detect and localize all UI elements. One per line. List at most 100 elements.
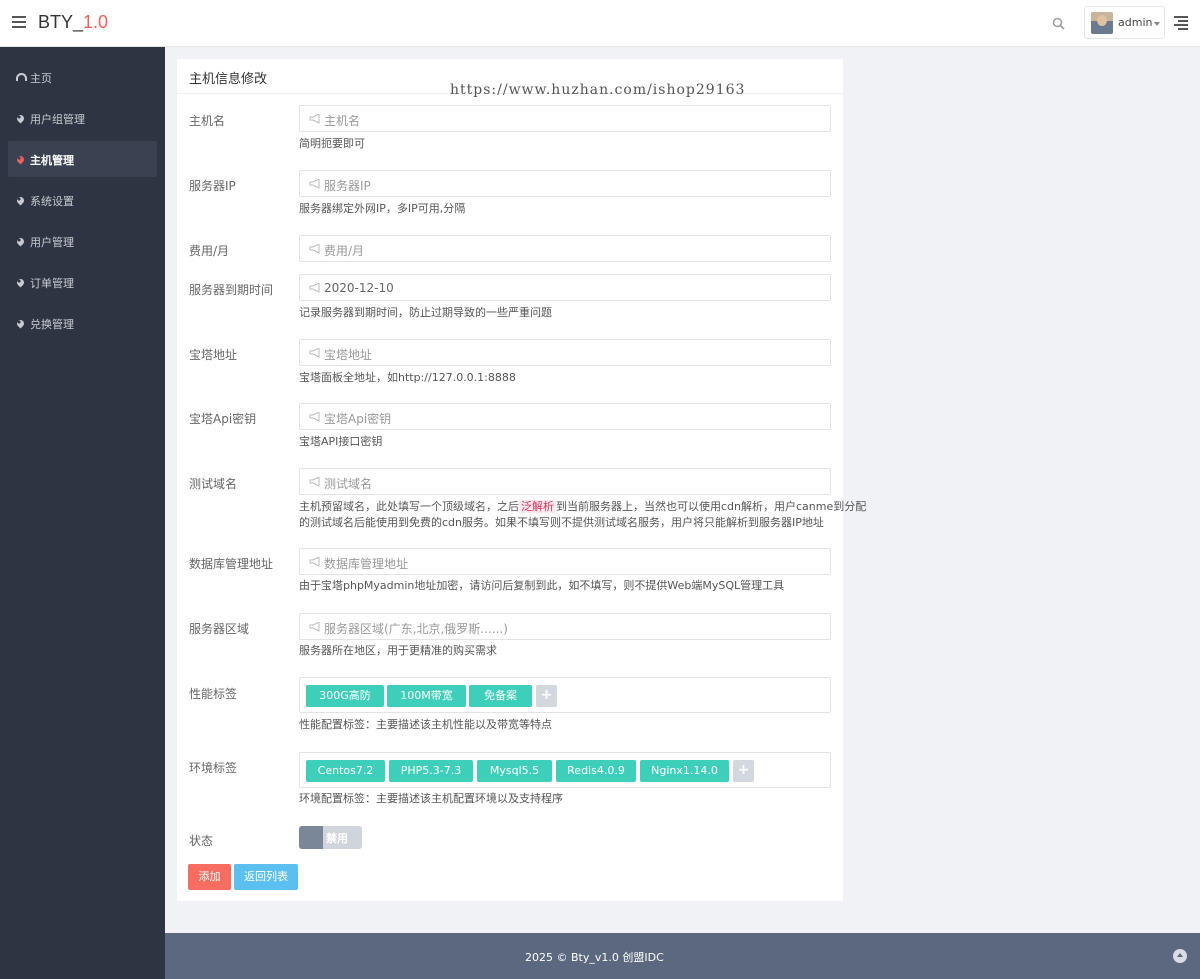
db-url-input[interactable]: 数据库管理地址 — [299, 548, 831, 575]
dashboard-icon — [16, 72, 27, 82]
status-label: 状态 — [189, 834, 214, 848]
add-tag-button[interactable]: + — [536, 685, 557, 707]
sidebar-item-orders[interactable]: 订单管理 — [8, 264, 157, 300]
map-marker-icon — [15, 154, 26, 165]
tag-chip[interactable]: 免备案 — [469, 685, 532, 707]
region-input[interactable]: 服务器区域(广东,北京,俄罗斯......) — [299, 613, 831, 640]
back-to-list-button[interactable]: 返回列表 — [234, 864, 298, 890]
test-domain-help-post: 到当前服务器上，当然也可以使用cdn解析，用户canme到分配 — [556, 500, 867, 513]
sidebar-item-redeem[interactable]: 兑换管理 — [8, 305, 157, 341]
sidebar-item-user-groups[interactable]: 用户组管理 — [8, 100, 157, 136]
bullhorn-icon — [309, 179, 320, 189]
user-name: admin — [1118, 16, 1153, 29]
test-domain-help: 主机预留域名，此处填写一个顶级域名，之后 泛解析 到当前服务器上，当然也可以使用cd… — [299, 499, 866, 531]
perf-tags-input[interactable]: 300G高防 100M带宽 免备案 + — [299, 677, 831, 713]
bullhorn-icon — [309, 114, 320, 124]
db-url-label: 数据库管理地址 — [189, 557, 274, 571]
map-marker-icon — [15, 195, 26, 206]
expire-help: 记录服务器到期时间，防止过期导致的一些严重问题 — [299, 306, 552, 319]
bt-url-help: 宝塔面板全地址，如http://127.0.0.1:8888 — [299, 371, 516, 384]
cost-label: 费用/月 — [189, 244, 230, 258]
bt-key-label: 宝塔Api密钥 — [189, 412, 257, 426]
brand-version: 1.0 — [83, 12, 109, 32]
tag-chip[interactable]: Nginx1.14.0 — [640, 760, 729, 782]
tag-chip[interactable]: Redis4.0.9 — [556, 760, 636, 782]
add-tag-button[interactable]: + — [733, 760, 754, 782]
test-domain-placeholder: 测试域名 — [324, 477, 373, 491]
bt-url-label: 宝塔地址 — [189, 348, 238, 362]
watermark-text: https://www.huzhan.com/ishop29163 — [450, 82, 746, 98]
tag-chip[interactable]: 300G高防 — [306, 685, 384, 707]
hostname-label: 主机名 — [189, 114, 226, 128]
sidebar-item-label: 主页 — [30, 72, 52, 85]
bullhorn-icon — [309, 283, 320, 293]
hostname-input[interactable]: 主机名 — [299, 105, 831, 132]
tag-chip[interactable]: Mysql5.5 — [477, 760, 552, 782]
sidebar-item-hosts[interactable]: 主机管理 — [8, 141, 157, 177]
expire-date-input[interactable]: 2020-12-10 — [299, 274, 831, 301]
bullhorn-icon — [309, 412, 320, 422]
sidebar-item-label: 订单管理 — [30, 277, 74, 290]
caret-down-icon — [1154, 22, 1160, 26]
db-url-help: 由于宝塔phpMyadmin地址加密，请访问后复制到此，如不填写，则不提供Web… — [299, 579, 785, 592]
env-tags-help: 环境配置标签：主要描述该主机配置环境以及支持程序 — [299, 792, 563, 805]
footer: 2025 © Bty_v1.0 创盟IDC — [165, 933, 1200, 979]
add-button[interactable]: 添加 — [188, 864, 231, 890]
sidebar-item-users[interactable]: 用户管理 — [8, 223, 157, 259]
search-icon[interactable] — [1052, 17, 1065, 30]
map-marker-icon — [15, 236, 26, 247]
sidebar-item-home[interactable]: 主页 — [8, 59, 157, 95]
sidebar-item-label: 用户管理 — [30, 236, 74, 249]
region-placeholder: 服务器区域(广东,北京,俄罗斯......) — [324, 622, 508, 636]
expire-value: 2020-12-10 — [324, 281, 394, 295]
sidebar-item-label: 系统设置 — [30, 195, 74, 208]
test-domain-label: 测试域名 — [189, 477, 238, 491]
bullhorn-icon — [309, 477, 320, 487]
test-domain-help-line2: 的测试域名后能使用到免费的cdn服务。如果不填写则不提供测试域名服务，用户将只能… — [299, 516, 824, 529]
sidebar-item-label: 用户组管理 — [30, 113, 85, 126]
cost-input[interactable]: 费用/月 — [299, 235, 831, 262]
hostname-help: 简明扼要即可 — [299, 137, 365, 150]
bt-url-input[interactable]: 宝塔地址 — [299, 339, 831, 366]
sidebar-item-label: 主机管理 — [30, 154, 74, 167]
bullhorn-icon — [309, 557, 320, 567]
panel-title: 主机信息修改 — [189, 72, 268, 87]
bullhorn-icon — [309, 244, 320, 254]
test-domain-help-highlight: 泛解析 — [519, 500, 556, 513]
db-url-placeholder: 数据库管理地址 — [324, 557, 409, 571]
env-tags-input[interactable]: Centos7.2 PHP5.3-7.3 Mysql5.5 Redis4.0.9… — [299, 752, 831, 788]
status-toggle[interactable]: 禁用 — [299, 826, 362, 849]
server-ip-input[interactable]: 服务器IP — [299, 170, 831, 197]
expire-label: 服务器到期时间 — [189, 283, 274, 297]
footer-text: 2025 © Bty_v1.0 创盟IDC — [525, 951, 664, 964]
bt-key-help: 宝塔API接口密钥 — [299, 435, 383, 448]
map-marker-icon — [15, 318, 26, 329]
server-ip-help: 服务器绑定外网IP，多IP可用,分隔 — [299, 202, 466, 215]
brand-name: BTY_ — [38, 12, 84, 32]
env-tags-label: 环境标签 — [189, 761, 238, 775]
top-bar: BTY_1.0 admin — [0, 0, 1200, 47]
sidebar-item-settings[interactable]: 系统设置 — [8, 182, 157, 218]
bullhorn-icon — [309, 348, 320, 358]
tag-chip[interactable]: Centos7.2 — [306, 760, 385, 782]
bt-key-input[interactable]: 宝塔Api密钥 — [299, 403, 831, 430]
perf-tags-label: 性能标签 — [189, 687, 238, 701]
tag-chip[interactable]: PHP5.3-7.3 — [389, 760, 473, 782]
sidebar-item-label: 兑换管理 — [30, 318, 74, 331]
toggle-knob — [299, 826, 323, 849]
menu-toggle-icon[interactable] — [12, 16, 26, 28]
map-marker-icon — [15, 113, 26, 124]
right-sidebar-toggle-icon[interactable] — [1174, 16, 1188, 30]
back-to-top-icon[interactable] — [1173, 949, 1187, 963]
avatar — [1091, 12, 1113, 34]
server-ip-label: 服务器IP — [189, 179, 236, 193]
tag-chip[interactable]: 100M带宽 — [387, 685, 466, 707]
sidebar: 主页 用户组管理 主机管理 系统设置 用户管理 订单管理 兑换管理 — [0, 47, 165, 979]
bt-key-placeholder: 宝塔Api密钥 — [324, 412, 392, 426]
test-domain-input[interactable]: 测试域名 — [299, 468, 831, 495]
bt-url-placeholder: 宝塔地址 — [324, 348, 373, 362]
perf-tags-help: 性能配置标签：主要描述该主机性能以及带宽等特点 — [299, 718, 552, 731]
bullhorn-icon — [309, 622, 320, 632]
user-menu[interactable]: admin — [1084, 6, 1165, 39]
cost-placeholder: 费用/月 — [324, 244, 365, 258]
